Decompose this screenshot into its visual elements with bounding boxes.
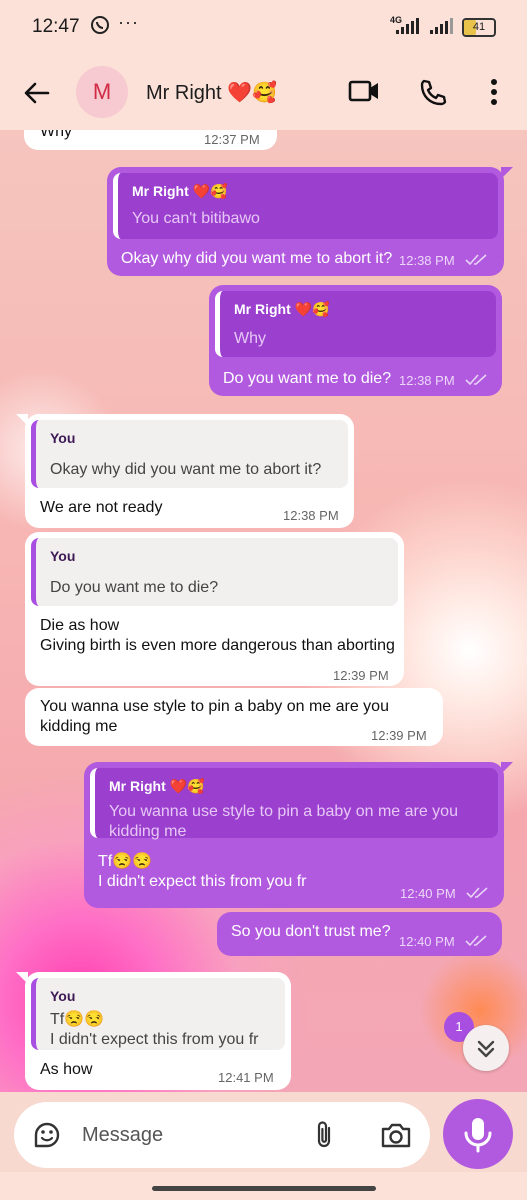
quote-line: kidding me bbox=[109, 823, 187, 840]
status-bar: 12:47 ··· 4G 41 bbox=[0, 0, 527, 56]
quote-text: Do you want me to die? bbox=[50, 579, 219, 596]
quoted-message[interactable]: Mr Right ❤️🥰 You can't bitibawo bbox=[113, 173, 498, 239]
voice-call-icon[interactable] bbox=[418, 78, 448, 113]
message-time: 12:38 PM bbox=[399, 253, 455, 268]
message-text: Die as how Giving birth is even more dan… bbox=[40, 616, 395, 656]
message-outgoing[interactable]: So you don't trust me? 12:40 PM bbox=[217, 912, 502, 956]
chat-area[interactable]: Why 12:37 PM Mr Right ❤️🥰 You can't biti… bbox=[0, 130, 527, 1092]
read-ticks-icon bbox=[465, 935, 487, 947]
quote-line: Tf😒😒 bbox=[50, 1011, 105, 1028]
voice-record-button[interactable] bbox=[443, 1099, 513, 1169]
message-outgoing[interactable]: Mr Right ❤️🥰 You wanna use style to pin … bbox=[84, 762, 513, 908]
status-time: 12:47 bbox=[32, 16, 80, 37]
bubble-tail bbox=[501, 167, 513, 179]
message-time: 12:37 PM bbox=[204, 132, 260, 147]
quote-text: You wanna use style to pin a baby on me … bbox=[109, 802, 458, 842]
message-time: 12:40 PM bbox=[400, 886, 456, 901]
quoted-message[interactable]: Mr Right ❤️🥰 Why bbox=[215, 291, 496, 357]
quote-text: Okay why did you want me to abort it? bbox=[50, 461, 322, 478]
message-incoming[interactable]: Why 12:37 PM bbox=[24, 130, 277, 150]
status-more: ··· bbox=[118, 12, 139, 32]
system-nav-bar bbox=[0, 1172, 527, 1200]
quote-text: Why bbox=[234, 330, 266, 347]
message-line: I didn't expect this from you fr bbox=[98, 873, 307, 890]
message-outgoing[interactable]: Mr Right ❤️🥰 Why Do you want me to die? … bbox=[209, 285, 502, 396]
quoted-message[interactable]: You Do you want me to die? bbox=[31, 538, 398, 606]
read-ticks-icon bbox=[465, 374, 487, 386]
quote-text: You can't bitibawo bbox=[132, 210, 260, 227]
signal-icon-2 bbox=[430, 18, 453, 34]
message-time: 12:41 PM bbox=[218, 1070, 274, 1085]
more-options-icon[interactable] bbox=[488, 76, 500, 113]
message-line: Die as how bbox=[40, 617, 120, 634]
message-line: Giving birth is even more dangerous than… bbox=[40, 637, 395, 654]
message-incoming[interactable]: You Okay why did you want me to abort it… bbox=[16, 414, 354, 528]
message-outgoing[interactable]: Mr Right ❤️🥰 You can't bitibawo Okay why… bbox=[107, 167, 513, 276]
message-composer[interactable]: Message bbox=[14, 1102, 430, 1168]
camera-icon[interactable] bbox=[380, 1120, 412, 1155]
quoted-message[interactable]: You Okay why did you want me to abort it… bbox=[31, 420, 348, 488]
message-time: 12:38 PM bbox=[399, 373, 455, 388]
double-chevron-down-icon bbox=[477, 1040, 495, 1058]
back-arrow-icon[interactable] bbox=[22, 78, 52, 108]
avatar[interactable]: M bbox=[76, 66, 128, 118]
chat-header: M Mr Right ❤️🥰 bbox=[0, 56, 527, 130]
message-text: Tf😒😒 I didn't expect this from you fr bbox=[98, 852, 306, 892]
message-text: We are not ready bbox=[40, 499, 163, 516]
message-time: 12:40 PM bbox=[399, 934, 455, 949]
quote-text: Tf😒😒 I didn't expect this from you fr bbox=[50, 1010, 258, 1050]
bubble-tail bbox=[16, 972, 28, 984]
message-line: kidding me bbox=[40, 718, 118, 735]
home-indicator[interactable] bbox=[152, 1186, 376, 1191]
read-ticks-icon bbox=[465, 254, 487, 266]
quote-author: You bbox=[50, 548, 76, 564]
message-text: As how bbox=[40, 1061, 93, 1078]
bubble-tail bbox=[16, 414, 28, 426]
message-incoming[interactable]: You Do you want me to die? Die as how Gi… bbox=[25, 532, 404, 686]
whatsapp-icon bbox=[90, 15, 110, 40]
quoted-message[interactable]: Mr Right ❤️🥰 You wanna use style to pin … bbox=[90, 768, 498, 840]
message-text: So you don't trust me? bbox=[231, 923, 391, 940]
message-line: You wanna use style to pin a baby on me … bbox=[40, 698, 389, 715]
message-incoming[interactable]: You wanna use style to pin a baby on me … bbox=[25, 688, 443, 746]
attachment-icon[interactable] bbox=[312, 1120, 336, 1155]
quote-author: Mr Right ❤️🥰 bbox=[109, 778, 205, 794]
quoted-message[interactable]: You Tf😒😒 I didn't expect this from you f… bbox=[31, 978, 285, 1050]
battery-icon: 41 bbox=[462, 18, 496, 37]
message-text: Okay why did you want me to abort it? bbox=[121, 250, 393, 267]
message-input[interactable]: Message bbox=[82, 1124, 163, 1147]
quote-author: You bbox=[50, 988, 76, 1004]
read-ticks-icon bbox=[466, 887, 488, 899]
contact-name[interactable]: Mr Right ❤️🥰 bbox=[146, 80, 277, 105]
scroll-to-bottom-button[interactable] bbox=[463, 1025, 509, 1071]
message-incoming[interactable]: You Tf😒😒 I didn't expect this from you f… bbox=[16, 972, 291, 1090]
message-time: 12:39 PM bbox=[371, 728, 427, 743]
message-text: Do you want me to die? bbox=[223, 370, 392, 387]
quote-author: Mr Right ❤️🥰 bbox=[234, 301, 330, 317]
message-time: 12:39 PM bbox=[333, 668, 389, 683]
message-time: 12:38 PM bbox=[283, 508, 339, 523]
quote-author: You bbox=[50, 430, 76, 446]
sticker-icon[interactable] bbox=[32, 1120, 62, 1150]
microphone-icon bbox=[464, 1118, 492, 1153]
bubble-tail bbox=[501, 762, 513, 774]
quote-line: You wanna use style to pin a baby on me … bbox=[109, 803, 458, 820]
quote-author: Mr Right ❤️🥰 bbox=[132, 183, 228, 199]
battery-level: 41 bbox=[472, 21, 486, 33]
message-text: You wanna use style to pin a baby on me … bbox=[40, 697, 389, 737]
message-line: Tf😒😒 bbox=[98, 853, 153, 870]
quote-line: I didn't expect this from you fr bbox=[50, 1031, 259, 1048]
video-call-icon[interactable] bbox=[348, 78, 380, 109]
message-text: Why bbox=[40, 130, 72, 140]
signal-icon bbox=[396, 18, 419, 34]
